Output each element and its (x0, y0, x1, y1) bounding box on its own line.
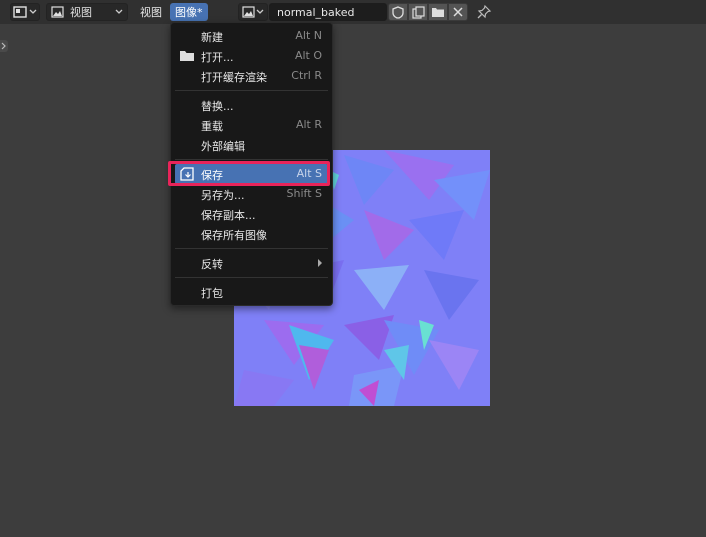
menu-item-replace[interactable]: 替换... (175, 95, 328, 115)
menu-item-label: 新建 (201, 31, 223, 44)
menu-item-save-copy[interactable]: 保存副本... (175, 204, 328, 224)
menu-item-label: 保存副本... (201, 209, 256, 222)
menu-item-shortcut: Ctrl R (291, 69, 322, 82)
menu-separator (175, 159, 328, 160)
mode-label: 视图 (70, 6, 92, 19)
menu-item-label: 替换... (201, 100, 234, 113)
sidebar-toggle[interactable] (0, 40, 8, 52)
menu-item-open-cached-render[interactable]: 打开缓存渲染 Ctrl R (175, 66, 328, 86)
chevron-down-icon (29, 9, 37, 14)
menu-item-pack[interactable]: 打包 (175, 282, 328, 302)
menu-item-shortcut: Shift S (286, 187, 322, 200)
folder-icon (180, 51, 194, 61)
new-image-button[interactable] (408, 3, 428, 21)
chevron-down-icon (256, 9, 264, 14)
shield-icon (392, 5, 404, 19)
duplicate-icon (411, 5, 425, 19)
folder-icon (432, 8, 444, 17)
menu-item-save-all-images[interactable]: 保存所有图像 (175, 224, 328, 244)
menu-item-label: 打开... (201, 51, 234, 64)
menu-view[interactable]: 视图 (135, 3, 167, 21)
menu-item-label: 打包 (201, 287, 223, 300)
pin-icon (477, 4, 492, 19)
menu-image[interactable]: 图像* (170, 3, 208, 21)
open-image-button[interactable] (428, 3, 448, 21)
menu-item-label: 保存所有图像 (201, 229, 267, 242)
menu-item-label: 打开缓存渲染 (201, 71, 267, 84)
menu-item-label: 另存为... (201, 189, 245, 202)
menu-item-label: 反转 (201, 258, 223, 271)
menu-item-save-as[interactable]: 另存为... Shift S (175, 184, 328, 204)
menu-item-invert[interactable]: 反转 (175, 253, 328, 273)
menu-item-reload[interactable]: 重载 Alt R (175, 115, 328, 135)
menu-item-shortcut: Alt R (295, 118, 322, 131)
image-icon (51, 6, 64, 18)
pin-button[interactable] (476, 4, 492, 23)
menu-separator (175, 277, 328, 278)
menu-item-new[interactable]: 新建 Alt N (175, 26, 328, 46)
menu-item-label: 重载 (201, 120, 223, 133)
menu-item-label: 外部编辑 (201, 140, 245, 153)
close-icon (453, 7, 463, 17)
menu-separator (175, 90, 328, 91)
menu-item-shortcut: Alt N (295, 29, 322, 42)
image-editor-header: 视图 视图 图像* normal_baked (0, 0, 706, 24)
chevron-right-icon (1, 42, 6, 50)
submenu-arrow-icon (318, 259, 322, 267)
browse-image-button[interactable] (238, 3, 268, 21)
mode-selector[interactable]: 视图 (46, 3, 128, 21)
fake-user-button[interactable] (388, 3, 408, 21)
chevron-down-icon (115, 9, 123, 14)
menu-item-open[interactable]: 打开... Alt O (175, 46, 328, 66)
menu-separator (175, 248, 328, 249)
image-name-field[interactable]: normal_baked (269, 3, 387, 21)
image-icon (242, 6, 255, 18)
image-editor-icon (13, 6, 27, 18)
editor-type-selector[interactable] (10, 3, 40, 21)
unlink-image-button[interactable] (448, 3, 468, 21)
menu-item-shortcut: Alt O (294, 49, 322, 62)
menu-item-edit-externally[interactable]: 外部编辑 (175, 135, 328, 155)
save-highlight-annotation (168, 161, 330, 186)
